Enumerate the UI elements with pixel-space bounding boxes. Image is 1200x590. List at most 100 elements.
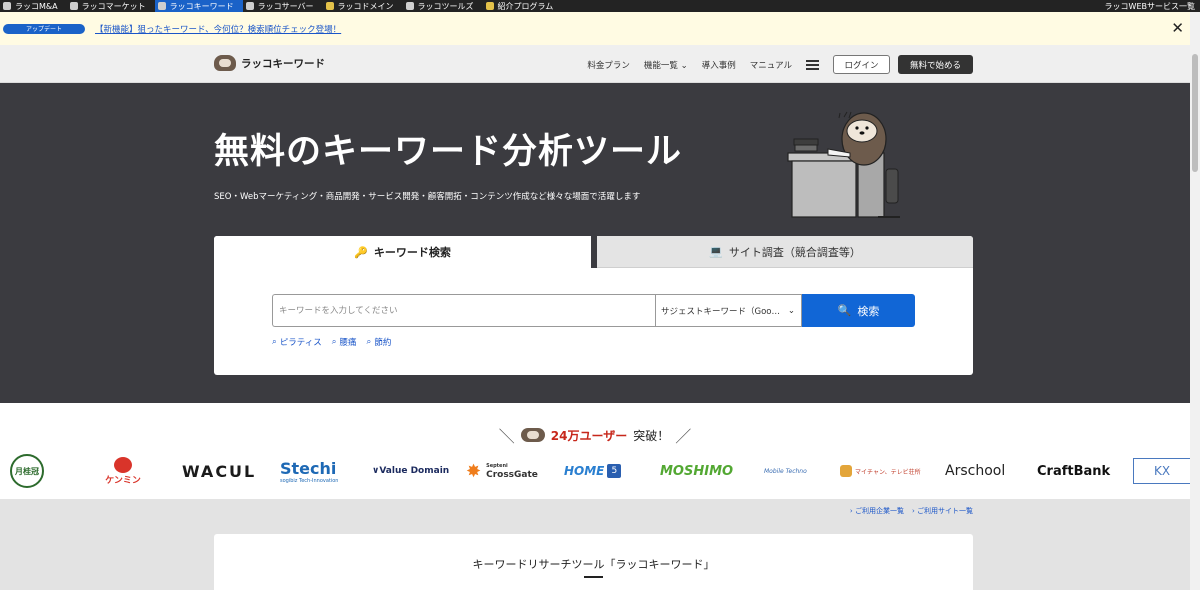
- search-card: 🔑 キーワード検索 💻 サイト調査（競合調査等） サジェストキーワード（Goog…: [214, 236, 973, 375]
- otter-logo-icon: [214, 55, 236, 71]
- logo-text: HOME: [564, 464, 605, 478]
- login-button[interactable]: ログイン: [833, 55, 890, 74]
- service-domain[interactable]: ラッコドメイン: [323, 0, 403, 12]
- service-label: ラッコマーケット: [81, 1, 146, 11]
- otter-icon: [325, 2, 334, 10]
- logo-text: ラッコキーワード: [241, 57, 325, 70]
- logo-value-domain: ∨ Value Domain: [372, 453, 449, 489]
- tab-site-label: サイト調査（競合調査等）: [728, 245, 861, 259]
- otter-icon: [3, 2, 11, 10]
- otter-icon: [520, 428, 545, 442]
- logo-stechi: Stechi sogibiz Tech-Innovation: [280, 453, 338, 489]
- service-tools[interactable]: ラッコツールズ: [403, 0, 483, 12]
- keyword-input[interactable]: [272, 294, 655, 327]
- logo-text: 月桂冠: [10, 454, 44, 488]
- nav-features[interactable]: 機能一覧 ⌄: [644, 59, 688, 71]
- search-icon: ⌕: [366, 337, 372, 347]
- chevron-down-icon: ⌄: [787, 305, 795, 316]
- search-icon: 🔍: [837, 304, 852, 317]
- nav-cases[interactable]: 導入事例: [702, 59, 736, 71]
- v-mark-icon: ∨: [372, 466, 380, 476]
- logo-text: Stechi: [280, 458, 337, 478]
- logo-wacul: WACUL: [182, 461, 257, 481]
- logo-arschool: Arschool: [945, 463, 1006, 479]
- otter-icon: [405, 2, 414, 10]
- service-bar: ラッコM&A ラッコマーケット ラッコキーワード ラッコサーバー ラッコドメイン…: [0, 0, 1200, 12]
- logo-mobile-techno: Mobile Techno: [764, 467, 807, 475]
- lower-section: › ご利用企業一覧 › ご利用サイト一覧 キーワードリサーチツール「ラッコキーワ…: [0, 499, 1190, 590]
- service-list-link[interactable]: ラッコWEBサービス一覧: [1105, 1, 1200, 12]
- logo-text-block: Septeni CrossGate: [486, 462, 538, 480]
- mascot-icon: [840, 465, 852, 477]
- example-keyword-label: 節約: [374, 338, 392, 348]
- service-label: ラッコドメイン: [337, 1, 394, 11]
- search-icon: ⌕: [331, 337, 337, 347]
- slash-decoration: ／: [675, 427, 692, 446]
- hero-subtitle: SEO・Webマーケティング・商品開発・サービス開発・顧客開拓・コンテンツ作成な…: [214, 192, 641, 202]
- nav-pricing[interactable]: 料金プラン: [587, 59, 630, 71]
- example-keyword-link[interactable]: ⌕ 節約: [367, 336, 392, 348]
- logo-text: ケンミン: [105, 475, 141, 486]
- logo-gekkeikan: 月桂冠: [8, 453, 46, 489]
- title-underline: [584, 576, 603, 578]
- example-keyword-link[interactable]: ⌕ ピラティス: [272, 336, 322, 348]
- free-start-button[interactable]: 無料で始める: [898, 55, 973, 74]
- burst-icon: ✸: [466, 460, 482, 482]
- service-label: ラッコサーバー: [257, 1, 314, 11]
- logo-number: 5: [607, 464, 622, 478]
- hero-title: 無料のキーワード分析ツール: [214, 132, 683, 172]
- mascot-face-icon: [114, 456, 132, 473]
- example-keyword-link[interactable]: ⌕ 腰痛: [332, 336, 357, 348]
- service-label: 紹介プログラム: [497, 1, 554, 11]
- update-link[interactable]: 【新機能】狙ったキーワード、今何位？検索順位チェック登場！: [95, 23, 341, 35]
- users-suffix: 突破！: [633, 428, 670, 443]
- update-banner: アップデート 【新機能】狙ったキーワード、今何位？検索順位チェック登場！ ✕: [0, 12, 1190, 45]
- menu-icon[interactable]: [806, 59, 819, 70]
- example-keyword-label: 腰痛: [339, 338, 357, 348]
- service-market[interactable]: ラッコマーケット: [67, 0, 155, 12]
- search-button[interactable]: 🔍 検索: [802, 294, 915, 327]
- logo-crossgate: ✸ Septeni CrossGate: [466, 453, 538, 489]
- logo-maichan: マイチャン、テレビ荘所: [840, 453, 921, 489]
- client-logos: 月桂冠 ケンミン WACUL Stechi sogibiz Tech-Innova…: [0, 453, 1191, 489]
- otter-mascot-illustration: [787, 111, 900, 218]
- search-button-label: 検索: [857, 304, 880, 318]
- main-nav: 料金プラン 機能一覧 ⌄ 導入事例 マニュアル ログイン 無料で始める: [573, 55, 973, 74]
- companies-link[interactable]: › ご利用企業一覧: [850, 506, 904, 516]
- service-ma[interactable]: ラッコM&A: [0, 0, 67, 12]
- users-section: ＼ 24万ユーザー 突破！ ／ 月桂冠 ケンミン WACUL Stechi sog…: [0, 403, 1191, 499]
- page-scrollbar[interactable]: [1190, 12, 1200, 590]
- site-logo[interactable]: ラッコキーワード: [214, 55, 325, 71]
- users-headline: ＼ 24万ユーザー 突破！ ／: [0, 423, 1190, 447]
- tab-keyword-search[interactable]: 🔑 キーワード検索: [214, 236, 591, 268]
- users-count: 24万ユーザー: [550, 428, 628, 443]
- sites-link[interactable]: › ご利用サイト一覧: [912, 506, 973, 516]
- companies-link-label: ご利用企業一覧: [854, 507, 904, 515]
- nav-features-label: 機能一覧: [643, 60, 678, 71]
- service-keyword[interactable]: ラッコキーワード: [154, 0, 243, 12]
- otter-icon: [157, 2, 166, 10]
- search-row: サジェストキーワード（Google） ⌄ 🔍 検索: [272, 294, 915, 327]
- service-referral[interactable]: 紹介プログラム: [483, 0, 563, 12]
- hero-section: 無料のキーワード分析ツール SEO・Webマーケティング・商品開発・サービス開発…: [0, 83, 1190, 403]
- otter-icon: [69, 2, 78, 10]
- intro-card: キーワードリサーチツール「ラッコキーワード」: [214, 534, 973, 590]
- scrollbar-thumb[interactable]: [1192, 54, 1198, 172]
- close-icon[interactable]: ✕: [1171, 21, 1184, 36]
- suggest-select[interactable]: サジェストキーワード（Google） ⌄: [655, 294, 802, 327]
- laptop-icon: 💻: [709, 245, 723, 258]
- otter-icon: [485, 2, 494, 10]
- search-icon: ⌕: [272, 337, 277, 347]
- nav-manual[interactable]: マニュアル: [750, 59, 792, 71]
- tab-site-research[interactable]: 💻 サイト調査（競合調査等）: [597, 236, 973, 268]
- example-keywords: ⌕ ピラティス ⌕ 腰痛 ⌕ 節約: [272, 336, 391, 348]
- chevron-down-icon: ⌄: [680, 60, 688, 71]
- logo-home5: HOME 5: [564, 453, 622, 489]
- logo-text: CrossGate: [486, 470, 538, 480]
- site-header: ラッコキーワード 料金プラン 機能一覧 ⌄ 導入事例 マニュアル ログイン 無料…: [0, 45, 1190, 83]
- key-icon: 🔑: [354, 245, 368, 259]
- example-keyword-label: ピラティス: [279, 338, 322, 348]
- service-server[interactable]: ラッコサーバー: [243, 0, 323, 12]
- reference-links: › ご利用企業一覧 › ご利用サイト一覧: [850, 506, 973, 516]
- logo-tagline: sogibiz Tech-Innovation: [280, 477, 339, 484]
